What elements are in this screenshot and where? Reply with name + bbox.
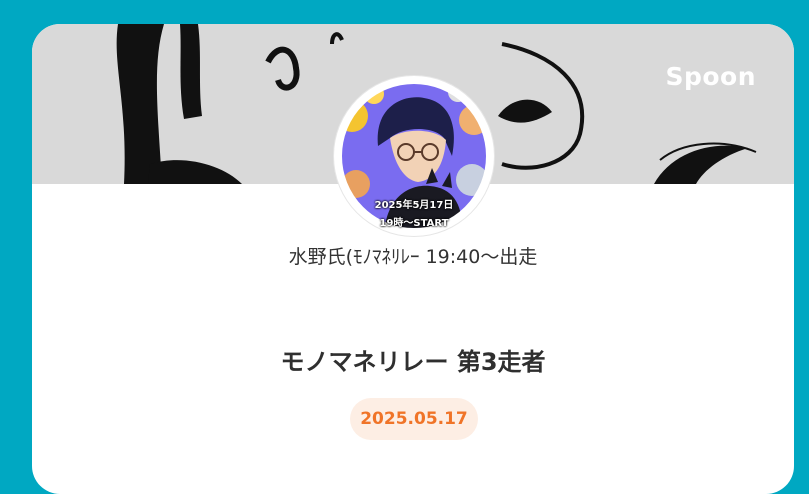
live-date-badge: 2025.05.17 (350, 398, 478, 440)
host-avatar[interactable]: 2025年5月17日 19時〜START (334, 76, 494, 236)
spoon-logo: Spoon (665, 62, 756, 91)
anime-avatar-icon (338, 80, 490, 232)
live-card: Spoon 2025年5月17日 19時〜START 水野氏(ﾓﾉﾏﾈﾘﾚｰ 1… (32, 24, 794, 494)
avatar-date-text: 2025年5月17日 (374, 200, 454, 211)
host-name[interactable]: 水野氏(ﾓﾉﾏﾈﾘﾚｰ 19:40〜出走 (32, 242, 794, 269)
live-title: モノマネリレー 第3走者 (280, 348, 546, 376)
avatar-start-text: 19時〜START (379, 218, 449, 229)
